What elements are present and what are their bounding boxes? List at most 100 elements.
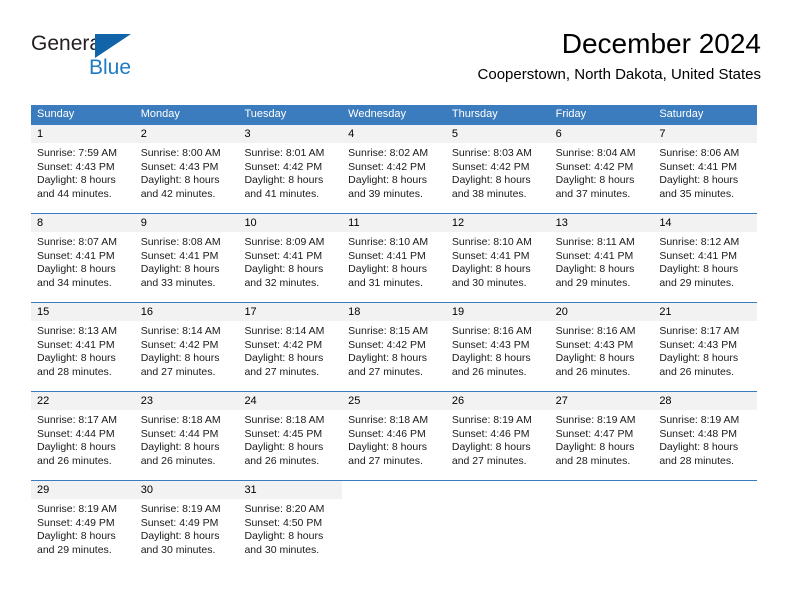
weekday-header-thursday: Thursday bbox=[451, 108, 498, 120]
weekday-header-monday: Monday bbox=[140, 108, 180, 120]
day-cell[interactable]: 12 Sunrise: 8:10 AM Sunset: 4:41 PM Dayl… bbox=[445, 214, 550, 302]
daylight-text-line1: Daylight: 8 hours bbox=[555, 263, 635, 275]
day-number-band: 23 bbox=[134, 392, 239, 410]
day-cell[interactable]: 31 Sunrise: 8:20 AM Sunset: 4:50 PM Dayl… bbox=[238, 481, 343, 569]
day-cell[interactable]: 18 Sunrise: 8:15 AM Sunset: 4:42 PM Dayl… bbox=[342, 303, 446, 391]
day-details: Sunrise: 8:18 AM Sunset: 4:44 PM Dayligh… bbox=[135, 410, 239, 468]
day-cell[interactable]: 17 Sunrise: 8:14 AM Sunset: 4:42 PM Dayl… bbox=[238, 303, 343, 391]
sunset-text: Sunset: 4:41 PM bbox=[659, 160, 737, 173]
sunset-text: Sunset: 4:50 PM bbox=[244, 516, 323, 529]
daylight-text-line1: Daylight: 8 hours bbox=[140, 263, 220, 275]
day-number: 27 bbox=[555, 395, 568, 407]
day-details: Sunrise: 8:18 AM Sunset: 4:46 PM Dayligh… bbox=[342, 410, 446, 468]
daylight-text-line2: and 27 minutes. bbox=[244, 365, 320, 378]
daylight-text-line2: and 39 minutes. bbox=[348, 187, 423, 200]
day-cell[interactable]: 6 Sunrise: 8:04 AM Sunset: 4:42 PM Dayli… bbox=[549, 125, 654, 213]
day-number-band: 29 bbox=[31, 481, 135, 499]
daylight-text-line1: Daylight: 8 hours bbox=[140, 174, 220, 186]
sunrise-text: Sunrise: 8:18 AM bbox=[140, 414, 221, 426]
day-number-band: 26 bbox=[445, 392, 550, 410]
sunset-text: Sunset: 4:44 PM bbox=[37, 427, 115, 440]
day-cell[interactable]: 13 Sunrise: 8:11 AM Sunset: 4:41 PM Dayl… bbox=[549, 214, 654, 302]
sunset-text: Sunset: 4:43 PM bbox=[659, 338, 737, 351]
day-cell[interactable]: 11 Sunrise: 8:10 AM Sunset: 4:41 PM Dayl… bbox=[342, 214, 446, 302]
day-cell[interactable]: 19 Sunrise: 8:16 AM Sunset: 4:43 PM Dayl… bbox=[445, 303, 550, 391]
sunrise-text: Sunrise: 7:59 AM bbox=[37, 147, 117, 159]
daylight-text-line1: Daylight: 8 hours bbox=[348, 441, 427, 453]
day-number: 8 bbox=[37, 217, 44, 229]
brand-logo[interactable]: General Blue bbox=[31, 31, 161, 87]
day-details: Sunrise: 8:10 AM Sunset: 4:41 PM Dayligh… bbox=[446, 232, 550, 290]
daylight-text-line2: and 27 minutes. bbox=[348, 454, 423, 467]
day-number: 17 bbox=[244, 306, 257, 318]
weekday-header-tuesday: Tuesday bbox=[244, 108, 287, 120]
daylight-text-line2: and 41 minutes. bbox=[244, 187, 320, 200]
day-cell[interactable]: 2 Sunrise: 8:00 AM Sunset: 4:43 PM Dayli… bbox=[134, 125, 239, 213]
sunrise-text: Sunrise: 8:19 AM bbox=[659, 414, 740, 426]
sunrise-text: Sunrise: 8:19 AM bbox=[37, 503, 117, 515]
day-cell[interactable]: 7 Sunrise: 8:06 AM Sunset: 4:41 PM Dayli… bbox=[653, 125, 758, 213]
sunrise-text: Sunrise: 8:19 AM bbox=[555, 414, 636, 426]
daylight-text-line1: Daylight: 8 hours bbox=[451, 174, 531, 186]
daylight-text-line1: Daylight: 8 hours bbox=[244, 441, 324, 453]
weekday-header-sunday: Sunday bbox=[37, 108, 75, 120]
day-number-band: 14 bbox=[653, 214, 758, 232]
day-cell[interactable]: 23 Sunrise: 8:18 AM Sunset: 4:44 PM Dayl… bbox=[134, 392, 239, 480]
sunrise-text: Sunrise: 8:00 AM bbox=[140, 147, 221, 159]
day-cell[interactable]: 24 Sunrise: 8:18 AM Sunset: 4:45 PM Dayl… bbox=[238, 392, 343, 480]
day-cell[interactable]: 30 Sunrise: 8:19 AM Sunset: 4:49 PM Dayl… bbox=[134, 481, 239, 569]
day-number: 1 bbox=[37, 128, 44, 140]
daylight-text-line1: Daylight: 8 hours bbox=[659, 441, 739, 453]
day-cell[interactable]: 25 Sunrise: 8:18 AM Sunset: 4:46 PM Dayl… bbox=[342, 392, 446, 480]
day-cell[interactable]: 22 Sunrise: 8:17 AM Sunset: 4:44 PM Dayl… bbox=[31, 392, 135, 480]
day-cell[interactable]: 5 Sunrise: 8:03 AM Sunset: 4:42 PM Dayli… bbox=[445, 125, 550, 213]
day-details: Sunrise: 8:19 AM Sunset: 4:49 PM Dayligh… bbox=[31, 499, 135, 557]
title-block: December 2024 Cooperstown, North Dakota,… bbox=[478, 26, 761, 86]
day-cell[interactable]: 1 Sunrise: 7:59 AM Sunset: 4:43 PM Dayli… bbox=[31, 125, 135, 213]
day-number: 31 bbox=[244, 484, 257, 496]
daylight-text-line1: Daylight: 8 hours bbox=[244, 174, 324, 186]
day-cell[interactable]: 20 Sunrise: 8:16 AM Sunset: 4:43 PM Dayl… bbox=[549, 303, 654, 391]
day-number: 2 bbox=[140, 128, 147, 140]
sunrise-text: Sunrise: 8:18 AM bbox=[348, 414, 429, 426]
day-cell[interactable]: 4 Sunrise: 8:02 AM Sunset: 4:42 PM Dayli… bbox=[342, 125, 446, 213]
week-row: 22 Sunrise: 8:17 AM Sunset: 4:44 PM Dayl… bbox=[31, 391, 758, 480]
sunset-text: Sunset: 4:49 PM bbox=[37, 516, 115, 529]
week-row: 1 Sunrise: 7:59 AM Sunset: 4:43 PM Dayli… bbox=[31, 124, 758, 213]
daylight-text-line2: and 26 minutes. bbox=[451, 365, 527, 378]
day-cell[interactable]: 27 Sunrise: 8:19 AM Sunset: 4:47 PM Dayl… bbox=[549, 392, 654, 480]
sunset-text: Sunset: 4:41 PM bbox=[244, 249, 323, 262]
daylight-text-line1: Daylight: 8 hours bbox=[348, 174, 427, 186]
day-cell[interactable]: 28 Sunrise: 8:19 AM Sunset: 4:48 PM Dayl… bbox=[653, 392, 758, 480]
day-number: 11 bbox=[348, 217, 360, 229]
sunrise-text: Sunrise: 8:10 AM bbox=[451, 236, 532, 248]
day-details: Sunrise: 8:19 AM Sunset: 4:47 PM Dayligh… bbox=[550, 410, 654, 468]
day-number-band bbox=[653, 481, 757, 499]
day-cell[interactable]: 15 Sunrise: 8:13 AM Sunset: 4:41 PM Dayl… bbox=[31, 303, 135, 391]
daylight-text-line1: Daylight: 8 hours bbox=[659, 263, 739, 275]
day-cell[interactable]: 10 Sunrise: 8:09 AM Sunset: 4:41 PM Dayl… bbox=[238, 214, 343, 302]
sunrise-text: Sunrise: 8:19 AM bbox=[140, 503, 221, 515]
day-cell[interactable]: 26 Sunrise: 8:19 AM Sunset: 4:46 PM Dayl… bbox=[445, 392, 550, 480]
sunrise-text: Sunrise: 8:16 AM bbox=[451, 325, 532, 337]
sunset-text: Sunset: 4:42 PM bbox=[451, 160, 530, 173]
weekday-header-wednesday: Wednesday bbox=[348, 108, 407, 120]
calendar-grid: Sunday Monday Tuesday Wednesday Thursday… bbox=[31, 105, 758, 569]
day-details: Sunrise: 8:06 AM Sunset: 4:41 PM Dayligh… bbox=[653, 143, 757, 201]
day-cell[interactable]: 16 Sunrise: 8:14 AM Sunset: 4:42 PM Dayl… bbox=[134, 303, 239, 391]
day-cell[interactable]: 14 Sunrise: 8:12 AM Sunset: 4:41 PM Dayl… bbox=[653, 214, 758, 302]
daylight-text-line1: Daylight: 8 hours bbox=[244, 352, 324, 364]
day-number-band: 12 bbox=[445, 214, 550, 232]
day-cell[interactable]: 9 Sunrise: 8:08 AM Sunset: 4:41 PM Dayli… bbox=[134, 214, 239, 302]
day-cell[interactable]: 21 Sunrise: 8:17 AM Sunset: 4:43 PM Dayl… bbox=[653, 303, 758, 391]
day-details: Sunrise: 8:01 AM Sunset: 4:42 PM Dayligh… bbox=[238, 143, 342, 201]
day-cell[interactable]: 29 Sunrise: 8:19 AM Sunset: 4:49 PM Dayl… bbox=[31, 481, 135, 569]
sunset-text: Sunset: 4:41 PM bbox=[140, 249, 219, 262]
daylight-text-line2: and 38 minutes. bbox=[451, 187, 527, 200]
daylight-text-line1: Daylight: 8 hours bbox=[37, 263, 116, 275]
day-cell[interactable]: 8 Sunrise: 8:07 AM Sunset: 4:41 PM Dayli… bbox=[31, 214, 135, 302]
day-number: 25 bbox=[348, 395, 361, 407]
day-cell[interactable]: 3 Sunrise: 8:01 AM Sunset: 4:42 PM Dayli… bbox=[238, 125, 343, 213]
sunrise-text: Sunrise: 8:18 AM bbox=[244, 414, 325, 426]
daylight-text-line1: Daylight: 8 hours bbox=[244, 530, 324, 542]
